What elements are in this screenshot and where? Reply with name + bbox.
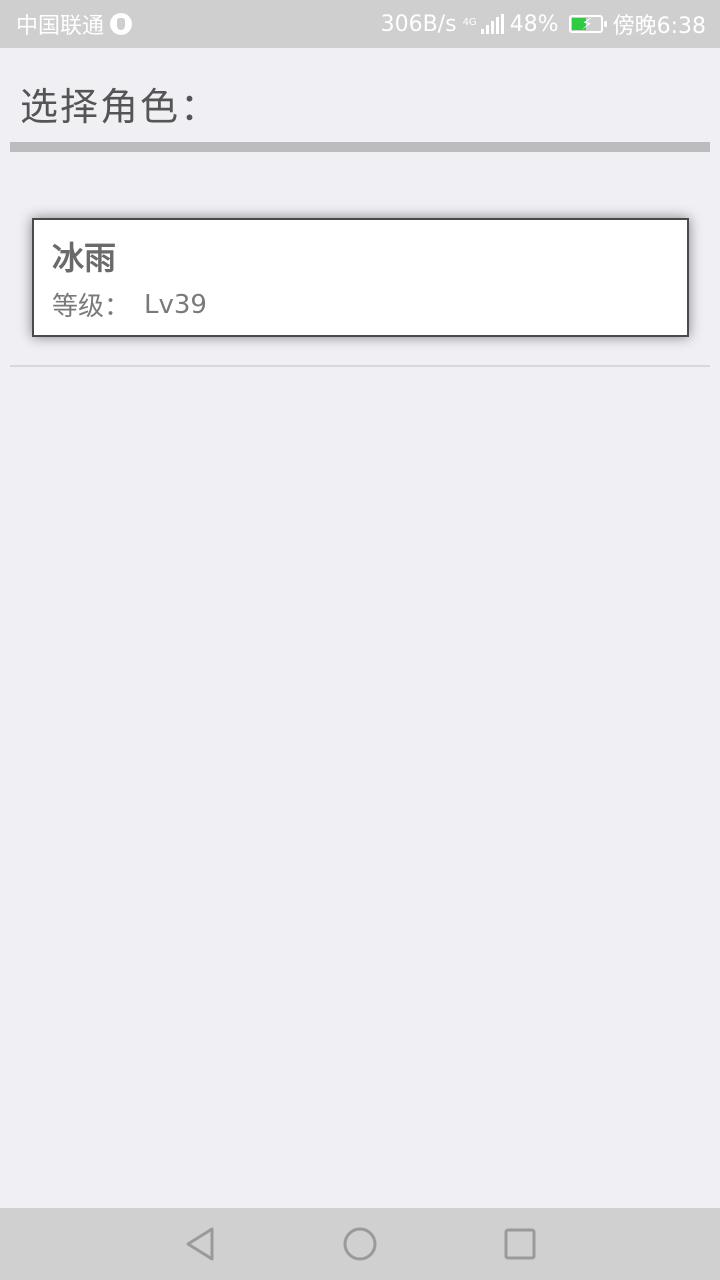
role-level-row: 等级： Lv39: [52, 286, 669, 323]
back-icon: [186, 1227, 214, 1261]
signal-icon: [480, 14, 504, 34]
role-card[interactable]: 冰雨 等级： Lv39: [32, 218, 689, 337]
home-icon: [343, 1227, 377, 1261]
battery-percent: 48%: [509, 11, 559, 37]
page-title: 选择角色：: [20, 85, 221, 129]
carrier-icon: [110, 13, 133, 35]
home-button[interactable]: [342, 1226, 378, 1262]
status-left: 中国联通: [16, 8, 133, 40]
status-bar: 中国联通 306B/s 4G 48% ⚡ 傍晚6:38: [0, 0, 720, 48]
network-type-icon: 4G: [462, 17, 477, 28]
clock: 傍晚6:38: [612, 14, 706, 39]
recent-apps-button[interactable]: [502, 1226, 538, 1262]
title-divider: [10, 142, 710, 152]
carrier-name: 中国联通: [16, 14, 105, 39]
back-button[interactable]: [182, 1226, 218, 1262]
list-divider: [10, 365, 710, 367]
role-name: 冰雨: [52, 239, 117, 277]
battery-icon: ⚡: [568, 14, 607, 33]
network-speed: 306B/s: [380, 11, 457, 37]
navigation-bar: [0, 1208, 720, 1280]
role-level-label: 等级：: [52, 292, 131, 322]
recent-apps-icon: [504, 1228, 536, 1260]
role-level-value: Lv39: [144, 289, 207, 320]
status-right: 306B/s 4G 48% ⚡ 傍晚6:38: [381, 8, 706, 40]
